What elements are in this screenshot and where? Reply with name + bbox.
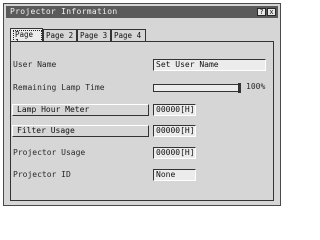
- filter-usage-field: 00000[H]: [153, 125, 196, 137]
- remaining-lamp-time-label: Remaining Lamp Time: [13, 83, 105, 92]
- close-button[interactable]: x: [267, 8, 276, 16]
- tab-label: Page 2: [46, 31, 74, 40]
- user-name-field: Set User Name: [153, 59, 266, 71]
- lamp-hour-meter-field: 00000[H]: [153, 104, 196, 116]
- tab-label: Page 4: [114, 31, 142, 40]
- lamp-time-percent: 100%: [246, 82, 266, 91]
- projector-id-field: None: [153, 169, 196, 181]
- projector-usage-label: Projector Usage: [13, 148, 86, 157]
- projector-usage-field: 00000[H]: [153, 147, 196, 159]
- lamp-time-fill: [154, 85, 240, 91]
- lamp-time-bar-end: [238, 83, 241, 93]
- lamp-hour-meter-button[interactable]: Lamp Hour Meter: [12, 104, 149, 116]
- help-button[interactable]: ?: [257, 8, 266, 16]
- tab-page-3[interactable]: Page 3: [77, 29, 111, 41]
- filter-usage-button[interactable]: Filter Usage: [12, 125, 149, 137]
- tab-page-4[interactable]: Page 4: [111, 29, 146, 41]
- tab-page-2[interactable]: Page 2: [43, 29, 77, 41]
- lamp-time-bar: [153, 83, 241, 93]
- projector-id-label: Projector ID: [13, 170, 71, 179]
- projector-information-window: Projector Information ? x Page 1 Page 2 …: [3, 3, 281, 206]
- window-title: Projector Information: [10, 7, 118, 16]
- tab-label: Page 3: [80, 31, 108, 40]
- user-name-label: User Name: [13, 60, 57, 69]
- title-bar[interactable]: Projector Information ? x: [6, 6, 278, 18]
- tab-page-1[interactable]: Page 1: [10, 28, 43, 48]
